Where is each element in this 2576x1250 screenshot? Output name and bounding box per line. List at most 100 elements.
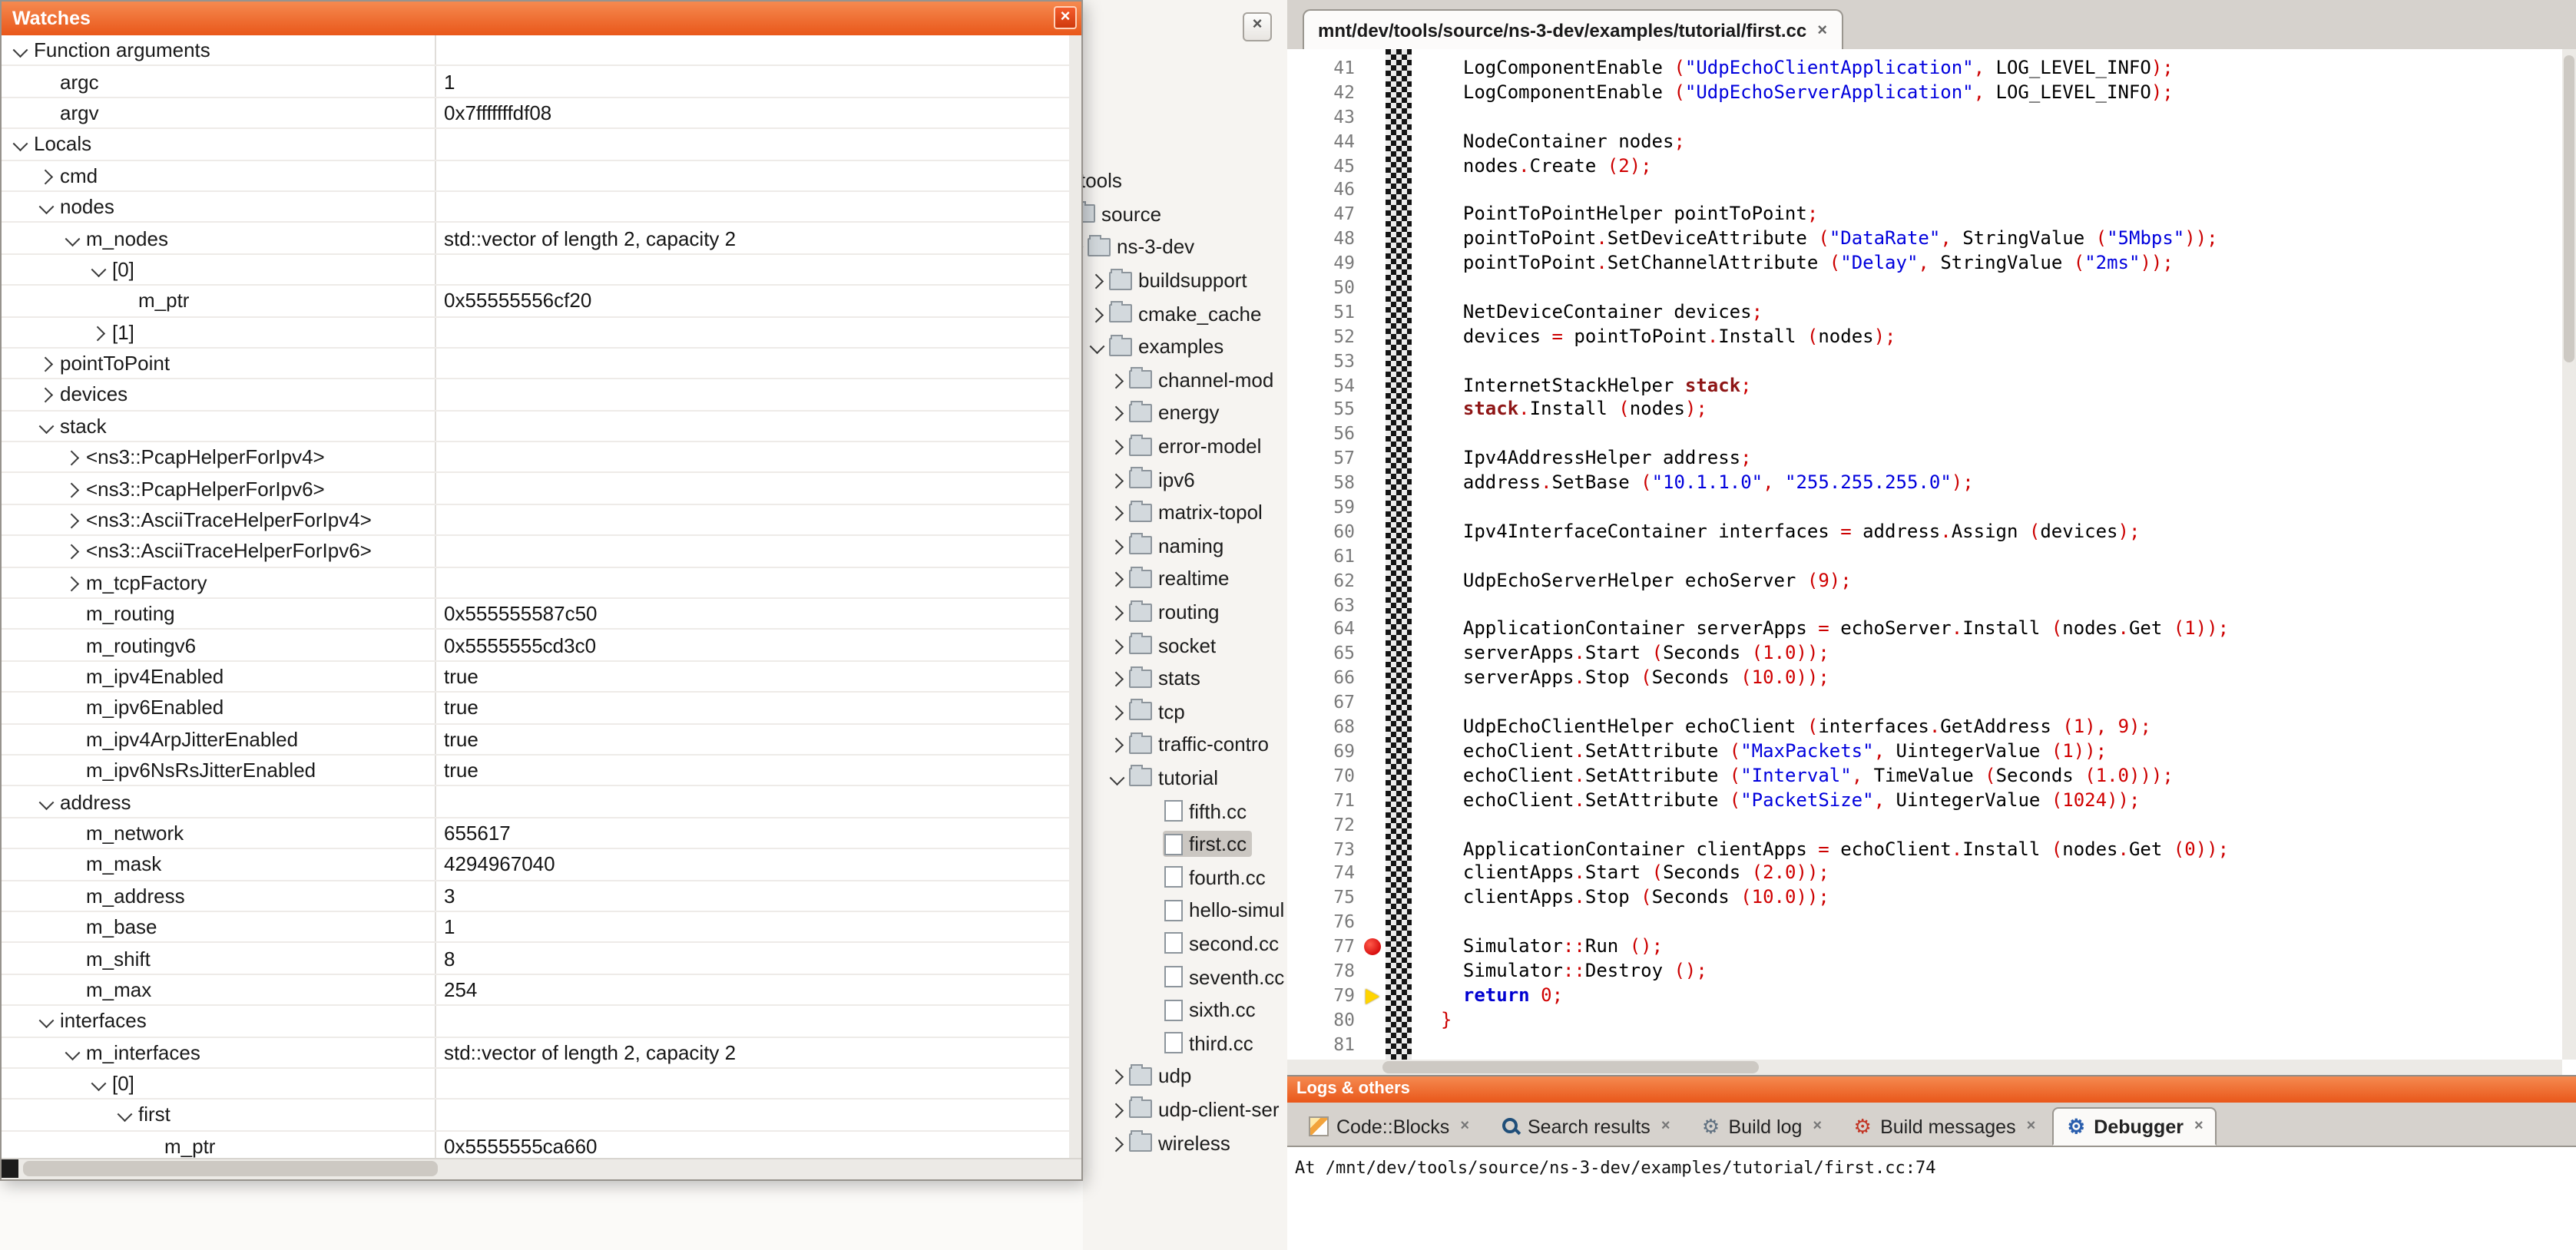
line-marker[interactable] <box>1361 691 1386 716</box>
collapse-icon[interactable] <box>37 197 57 217</box>
code-line[interactable]: 79 return 0; <box>1287 984 2562 1009</box>
line-marker[interactable] <box>1361 398 1386 423</box>
line-marker[interactable] <box>1361 594 1386 618</box>
code-line[interactable]: 48 pointToPoint.SetDeviceAttribute ("Dat… <box>1287 227 2562 252</box>
expand-icon[interactable] <box>1108 702 1127 722</box>
code-line[interactable]: 49 pointToPoint.SetChannelAttribute ("De… <box>1287 252 2562 276</box>
collapse-icon[interactable] <box>11 40 31 60</box>
tree-item-realtime[interactable]: realtime <box>1108 562 1287 595</box>
tree-item-routing[interactable]: routing <box>1108 595 1287 628</box>
code-line[interactable]: 77 Simulator::Run (); <box>1287 935 2562 960</box>
tab-build-messages[interactable]: Build messages× <box>1839 1107 2049 1146</box>
code-line[interactable]: 63 <box>1287 594 2562 618</box>
tree-item-error-model[interactable]: error-model <box>1108 430 1287 463</box>
expand-icon[interactable] <box>63 573 83 593</box>
watch-row[interactable]: m_max254 <box>2 974 1069 1006</box>
code-line[interactable]: 58 address.SetBase ("10.1.1.0", "255.255… <box>1287 471 2562 496</box>
line-marker[interactable] <box>1361 935 1386 960</box>
watch-row[interactable]: m_ptr0x5555555ca660 <box>2 1131 1069 1159</box>
line-marker[interactable] <box>1361 130 1386 154</box>
watches-close-button[interactable]: × <box>1054 6 1077 29</box>
expand-icon[interactable] <box>1108 403 1127 423</box>
line-marker[interactable] <box>1361 984 1386 1009</box>
watch-row[interactable]: pointToPoint <box>2 349 1069 380</box>
collapse-icon[interactable] <box>63 1042 83 1062</box>
tree-item-traffic-contro[interactable]: traffic-contro <box>1108 728 1287 761</box>
code-line[interactable]: 45 nodes.Create (2); <box>1287 154 2562 179</box>
code-line[interactable]: 71 echoClient.SetAttribute ("PacketSize"… <box>1287 789 2562 813</box>
tree-item-source[interactable]: source <box>1083 197 1255 230</box>
line-marker[interactable] <box>1361 765 1386 789</box>
watch-row[interactable]: m_address3 <box>2 881 1069 912</box>
tree-item-third-cc[interactable]: third.cc <box>1143 1027 1287 1060</box>
code-line[interactable]: 60 Ipv4InterfaceContainer interfaces = a… <box>1287 521 2562 545</box>
code-line[interactable]: 44 NodeContainer nodes; <box>1287 130 2562 154</box>
line-marker[interactable] <box>1361 326 1386 350</box>
tab-close-icon[interactable]: × <box>1817 22 1827 39</box>
line-marker[interactable] <box>1361 154 1386 179</box>
watch-row[interactable]: m_nodesstd::vector of length 2, capacity… <box>2 223 1069 255</box>
expand-icon[interactable] <box>1088 270 1108 290</box>
collapse-icon[interactable] <box>89 260 109 279</box>
tree-item-wireless[interactable]: wireless <box>1108 1126 1287 1159</box>
line-marker[interactable] <box>1361 227 1386 252</box>
collapse-icon[interactable] <box>1088 337 1108 357</box>
line-marker[interactable] <box>1361 667 1386 692</box>
watch-row[interactable]: <ns3::AsciiTraceHelperForIpv4> <box>2 505 1069 537</box>
tree-item-naming[interactable]: naming <box>1108 529 1287 562</box>
tree-item-stats[interactable]: stats <box>1108 662 1287 695</box>
expand-icon[interactable] <box>1108 1066 1127 1086</box>
line-marker[interactable] <box>1361 374 1386 398</box>
collapse-icon[interactable] <box>37 1011 57 1031</box>
watch-row[interactable]: m_ipv4ArpJitterEnabledtrue <box>2 724 1069 756</box>
tree-item-ns-3-dev[interactable]: ns-3-dev <box>1083 230 1270 263</box>
line-marker[interactable] <box>1361 448 1386 472</box>
line-marker[interactable] <box>1361 740 1386 765</box>
line-marker[interactable] <box>1361 1008 1386 1033</box>
watch-row[interactable]: Locals <box>2 129 1069 160</box>
code-line[interactable]: 54 InternetStackHelper stack; <box>1287 374 2562 398</box>
line-marker[interactable] <box>1361 789 1386 813</box>
expand-icon[interactable] <box>1108 635 1127 655</box>
tree-item-hello-simul[interactable]: hello-simul <box>1143 894 1287 927</box>
line-marker[interactable] <box>1361 887 1386 911</box>
watch-row[interactable]: Function arguments <box>2 35 1069 67</box>
code-line[interactable]: 80} <box>1287 1008 2562 1033</box>
code-line[interactable]: 66 serverApps.Stop (Seconds (10.0)); <box>1287 667 2562 692</box>
tree-item-cmake-cache[interactable]: cmake_cache <box>1088 297 1287 330</box>
watch-row[interactable]: m_ipv6NsRsJitterEnabledtrue <box>2 756 1069 787</box>
watch-row[interactable]: [0] <box>2 254 1069 286</box>
tree-item-matrix-topol[interactable]: matrix-topol <box>1108 496 1287 529</box>
editor-horizontal-scrollbar[interactable] <box>1287 1060 2562 1075</box>
collapse-icon[interactable] <box>37 416 57 436</box>
expand-icon[interactable] <box>63 541 83 561</box>
watch-row[interactable]: [0] <box>2 1069 1069 1100</box>
watch-row[interactable]: m_routing0x555555587c50 <box>2 599 1069 630</box>
tree-item-ipv6[interactable]: ipv6 <box>1108 463 1287 496</box>
expand-icon[interactable] <box>1108 436 1127 456</box>
code-line[interactable]: 73 ApplicationContainer clientApps = ech… <box>1287 838 2562 862</box>
watch-row[interactable]: stack <box>2 411 1069 442</box>
watch-row[interactable]: m_ipv6Enabledtrue <box>2 693 1069 724</box>
line-marker[interactable] <box>1361 618 1386 643</box>
watch-row[interactable]: <ns3::AsciiTraceHelperForIpv6> <box>2 537 1069 568</box>
code-line[interactable]: 69 echoClient.SetAttribute ("MaxPackets"… <box>1287 740 2562 765</box>
watch-row[interactable]: m_network655617 <box>2 818 1069 850</box>
tree-item-energy[interactable]: energy <box>1108 396 1287 429</box>
tree-item-first-cc[interactable]: first.cc <box>1143 828 1287 861</box>
tree-item-fourth-cc[interactable]: fourth.cc <box>1143 861 1287 894</box>
scrollbar-thumb[interactable] <box>2564 55 2574 362</box>
line-marker[interactable] <box>1361 106 1386 131</box>
tab-build-log[interactable]: Build log× <box>1687 1107 1836 1146</box>
expand-icon[interactable] <box>1108 1133 1127 1152</box>
expand-icon[interactable] <box>1108 735 1127 755</box>
watch-row[interactable]: cmd <box>2 160 1069 192</box>
watch-row[interactable]: argc1 <box>2 67 1069 98</box>
tab-debugger[interactable]: Debugger× <box>2052 1107 2217 1146</box>
tree-item-tutorial[interactable]: tutorial <box>1108 761 1287 794</box>
collapse-icon[interactable] <box>11 134 31 154</box>
editor-tab[interactable]: mnt/dev/tools/source/ns-3-dev/examples/t… <box>1303 9 1843 51</box>
tab-close-icon[interactable]: × <box>2027 1118 2036 1135</box>
watch-row[interactable]: m_mask4294967040 <box>2 849 1069 881</box>
watch-row[interactable]: m_interfacesstd::vector of length 2, cap… <box>2 1037 1069 1069</box>
